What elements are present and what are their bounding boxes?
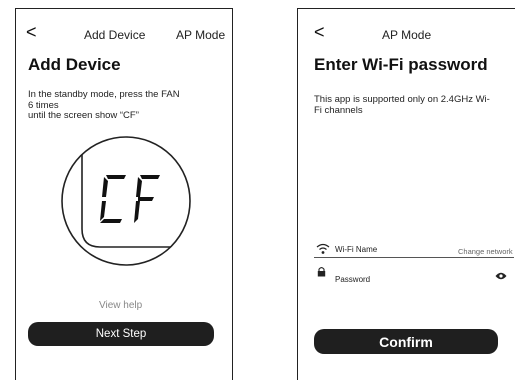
password-field[interactable]	[314, 267, 484, 285]
wifi-name-field[interactable]	[314, 241, 454, 257]
add-device-screen: < Add Device AP Mode Add Device In the s…	[15, 8, 233, 380]
channel-note-line-2: Fi channels	[314, 104, 363, 116]
channel-note: This app is supported only on 2.4GHz Wi-…	[314, 94, 510, 116]
next-step-button[interactable]: Next Step	[28, 322, 214, 346]
instruction-line-3: until the screen show “CF”	[28, 110, 139, 121]
ap-mode-link[interactable]: AP Mode	[176, 28, 225, 42]
nav-title: AP Mode	[382, 28, 432, 42]
next-step-label: Next Step	[95, 328, 147, 340]
wifi-password-screen: < AP Mode Enter Wi-Fi password This app …	[297, 8, 515, 380]
confirm-label: Confirm	[379, 333, 433, 350]
back-chevron-left-icon[interactable]: <	[314, 23, 325, 41]
change-network-link[interactable]: Change network	[458, 247, 513, 256]
page-title: Add Device	[28, 55, 121, 74]
nav-title: Add Device	[84, 28, 146, 42]
confirm-button[interactable]: Confirm	[314, 329, 498, 354]
eye-icon[interactable]	[495, 272, 507, 280]
wifi-field-underline	[314, 257, 514, 258]
page-title: Enter Wi-Fi password	[314, 55, 488, 74]
instruction-text: In the standby mode, press the FAN 6 tim…	[28, 89, 228, 122]
channel-note-line-1: This app is supported only on 2.4GHz Wi-	[314, 94, 490, 105]
back-chevron-left-icon[interactable]: <	[26, 23, 37, 41]
instruction-line-1: In the standby mode, press the FAN	[28, 89, 180, 100]
view-help-link[interactable]: View help	[99, 300, 142, 311]
device-display-illustration: CF	[61, 136, 191, 266]
